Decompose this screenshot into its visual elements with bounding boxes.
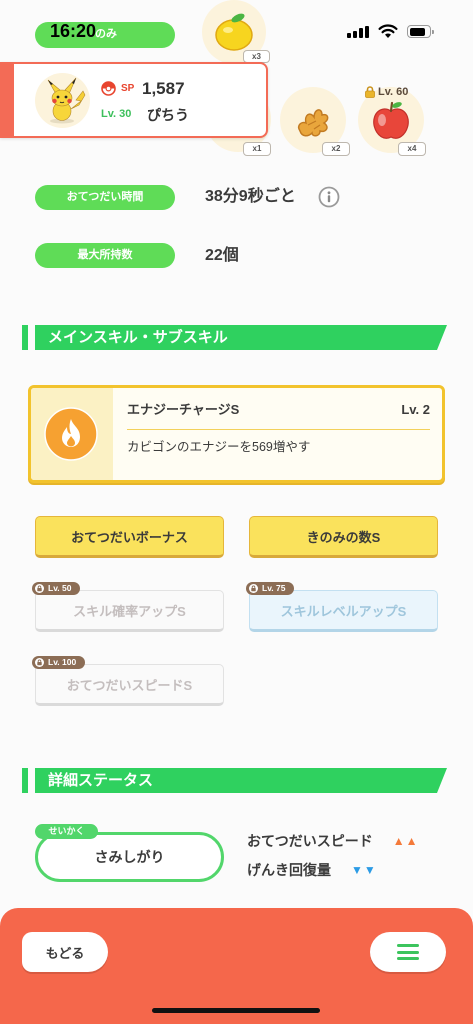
apple-count-badge: x4 (398, 142, 426, 156)
pikachu-icon (35, 73, 90, 128)
nature-down-stat: げんき回復量 (247, 862, 331, 878)
max-carry-label: 最大所持数 (35, 243, 175, 268)
subskill-button-3[interactable]: スキル確率アップS (35, 590, 224, 632)
subskill-5-unlock-level: Lv. 100 (48, 657, 77, 668)
flame-icon (44, 407, 98, 461)
nature-value[interactable]: さみしがり (35, 832, 224, 882)
details-section-header: 詳細ステータス (22, 768, 447, 793)
details-section-title: 詳細ステータス (48, 772, 154, 789)
skills-section-header: メインスキル・サブスキル (22, 325, 447, 350)
nature-down-effect: げんき回復量 ▼▼ (247, 863, 377, 877)
lock-icon (35, 584, 44, 593)
main-skill-card[interactable]: エナジーチャージS Lv. 2 カビゴンのエナジーを569増やす (28, 385, 445, 483)
subskill-3-lock-badge: Lv. 50 (32, 582, 81, 595)
nature-tag: せいかく (35, 824, 98, 839)
pokemon-card[interactable]: SP 1,587 Lv. 30 ぴちう (0, 62, 268, 138)
help-time-value: 38分9秒ごと (205, 188, 296, 205)
main-skill-divider (127, 429, 430, 430)
lock-icon (249, 584, 258, 593)
main-skill-name: エナジーチャージS (127, 402, 240, 417)
up-arrows-icon: ▲▲ (392, 834, 419, 848)
info-icon[interactable] (318, 186, 340, 208)
lock-icon (35, 658, 44, 667)
skills-section-title: メインスキル・サブスキル (48, 329, 228, 346)
sp-label: SP (121, 83, 135, 94)
ingredient-1-count: x1 (243, 142, 271, 156)
subskill-button-4[interactable]: スキルレベルアップS (249, 590, 438, 632)
nature-up-stat: おてつだいスピード (247, 833, 373, 849)
status-time: 16:20 (50, 21, 97, 41)
lock-icon (365, 86, 375, 98)
subskill-button-5[interactable]: おてつだいスピードS (35, 664, 224, 706)
berry-chip-label: のみ (95, 28, 117, 40)
subskill-3-unlock-level: Lv. 50 (48, 583, 72, 594)
subskill-4-unlock-level: Lv. 75 (262, 583, 286, 594)
subskill-5-lock-badge: Lv. 100 (32, 656, 86, 669)
home-indicator[interactable] (152, 1008, 320, 1013)
main-skill-description: カビゴンのエナジーを569増やす (127, 440, 311, 454)
max-carry-value: 22個 (205, 247, 239, 264)
subskill-button-2[interactable]: きのみの数S (249, 516, 438, 558)
ingredient-unlock-level: Lv. 60 (378, 85, 409, 98)
ginger-count-badge: x2 (322, 142, 350, 156)
nature-up-effect: おてつだいスピード ▲▲ (247, 834, 419, 848)
pokeball-icon (101, 81, 116, 96)
pokemon-name: ぴちう (147, 107, 189, 123)
hamburger-icon (397, 944, 419, 960)
battery-icon (407, 25, 434, 39)
subskill-4-lock-badge: Lv. 75 (246, 582, 295, 595)
down-arrows-icon: ▼▼ (351, 863, 377, 877)
ingredient-lock-label: Lv. 60 (365, 85, 408, 99)
menu-button[interactable] (370, 932, 446, 972)
help-time-label: おてつだい時間 (35, 185, 175, 210)
back-button[interactable]: もどる (22, 932, 108, 972)
pokemon-level: Lv. 30 (101, 108, 132, 120)
sp-value: 1,587 (142, 79, 185, 98)
signal-icon (347, 26, 369, 38)
wifi-icon (378, 24, 398, 38)
subskill-button-1[interactable]: おてつだいボーナス (35, 516, 224, 558)
main-skill-level: Lv. 2 (401, 402, 430, 417)
